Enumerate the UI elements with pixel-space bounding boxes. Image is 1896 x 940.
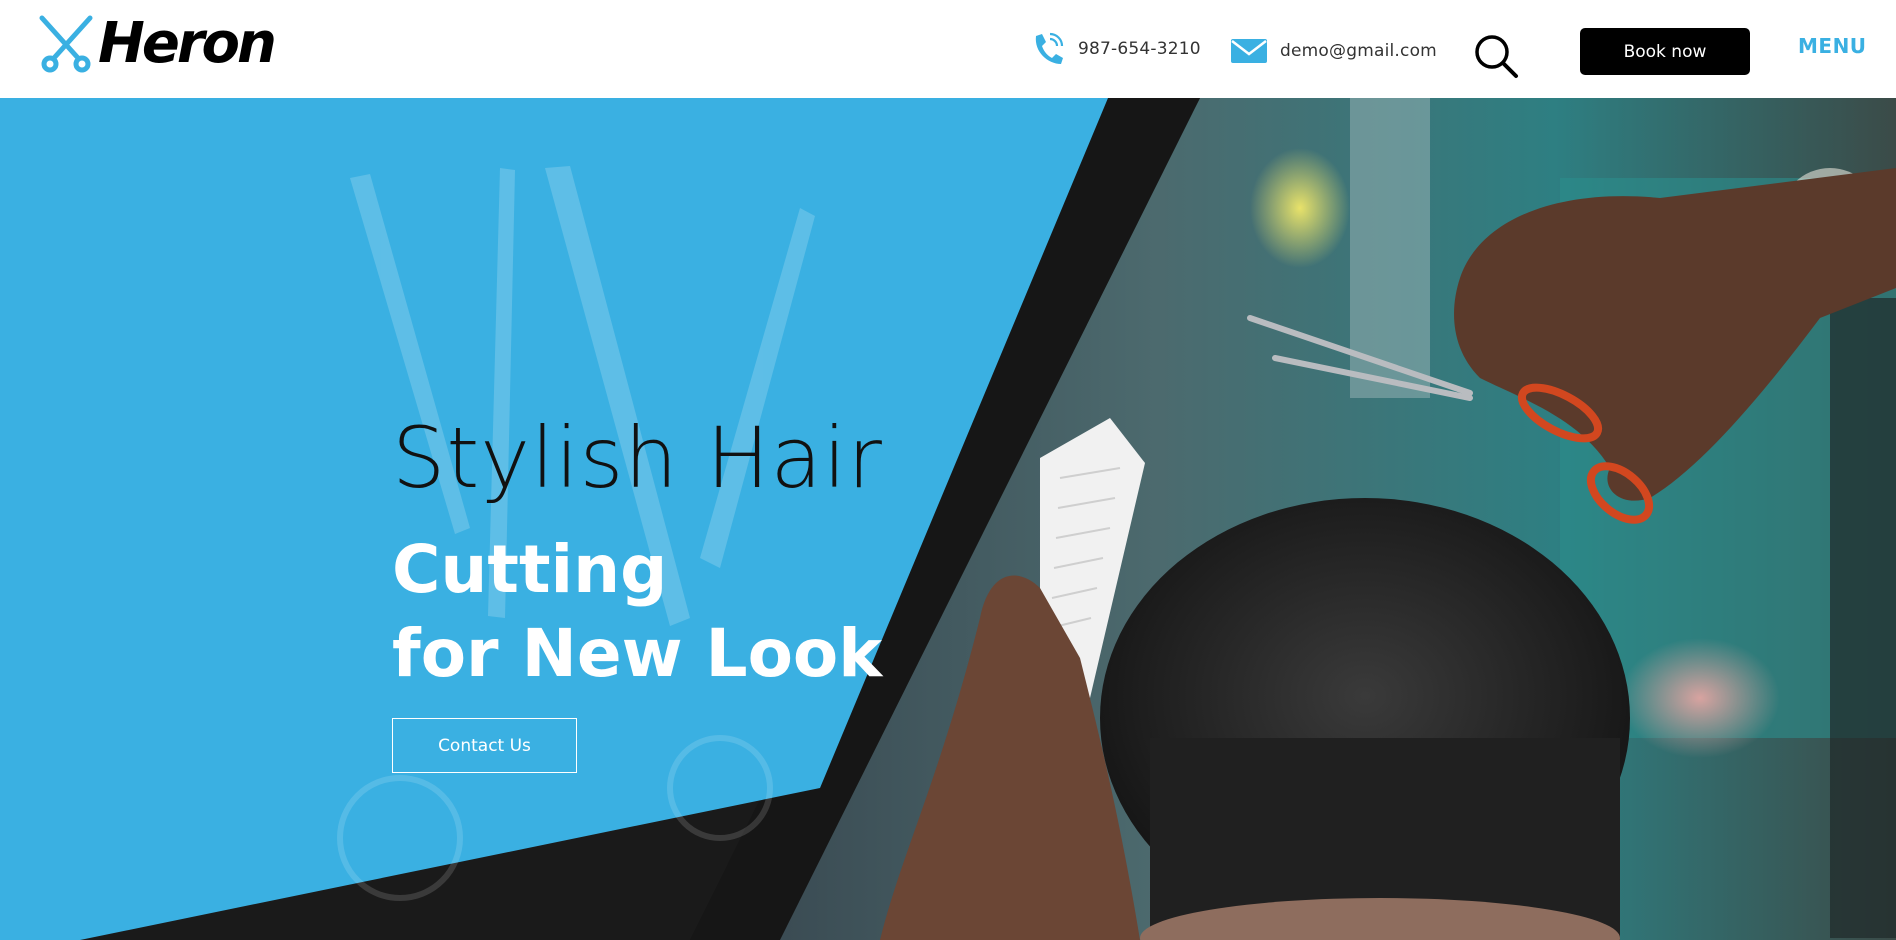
phone-number: 987-654-3210 <box>1078 39 1201 59</box>
hero-title-line1: Cutting <box>392 531 668 608</box>
phone-icon <box>1028 30 1066 68</box>
hero-title-light: Stylish Hair <box>392 409 883 507</box>
hero-title-line2: for New Look <box>392 615 883 692</box>
menu-toggle[interactable]: MENU <box>1798 34 1867 58</box>
hero-background-image <box>0 98 1896 940</box>
search-button[interactable] <box>1472 32 1520 80</box>
scissors-logo-icon <box>39 15 93 73</box>
search-icon <box>1475 35 1518 78</box>
brand-name: Heron <box>98 11 277 76</box>
brand-logo[interactable]: Heron <box>36 11 277 76</box>
book-now-button[interactable]: Book now <box>1580 28 1750 75</box>
hero-banner: Stylish Hair Cutting for New Look Contac… <box>0 98 1896 940</box>
contact-us-button[interactable]: Contact Us <box>392 718 577 773</box>
header-phone[interactable]: 987-654-3210 <box>1028 30 1201 68</box>
envelope-icon <box>1230 32 1268 70</box>
email-address: demo@gmail.com <box>1280 41 1437 61</box>
site-header: Heron 987-654-3210 demo@gmail.com Book n… <box>0 0 1896 98</box>
header-email[interactable]: demo@gmail.com <box>1230 32 1437 70</box>
